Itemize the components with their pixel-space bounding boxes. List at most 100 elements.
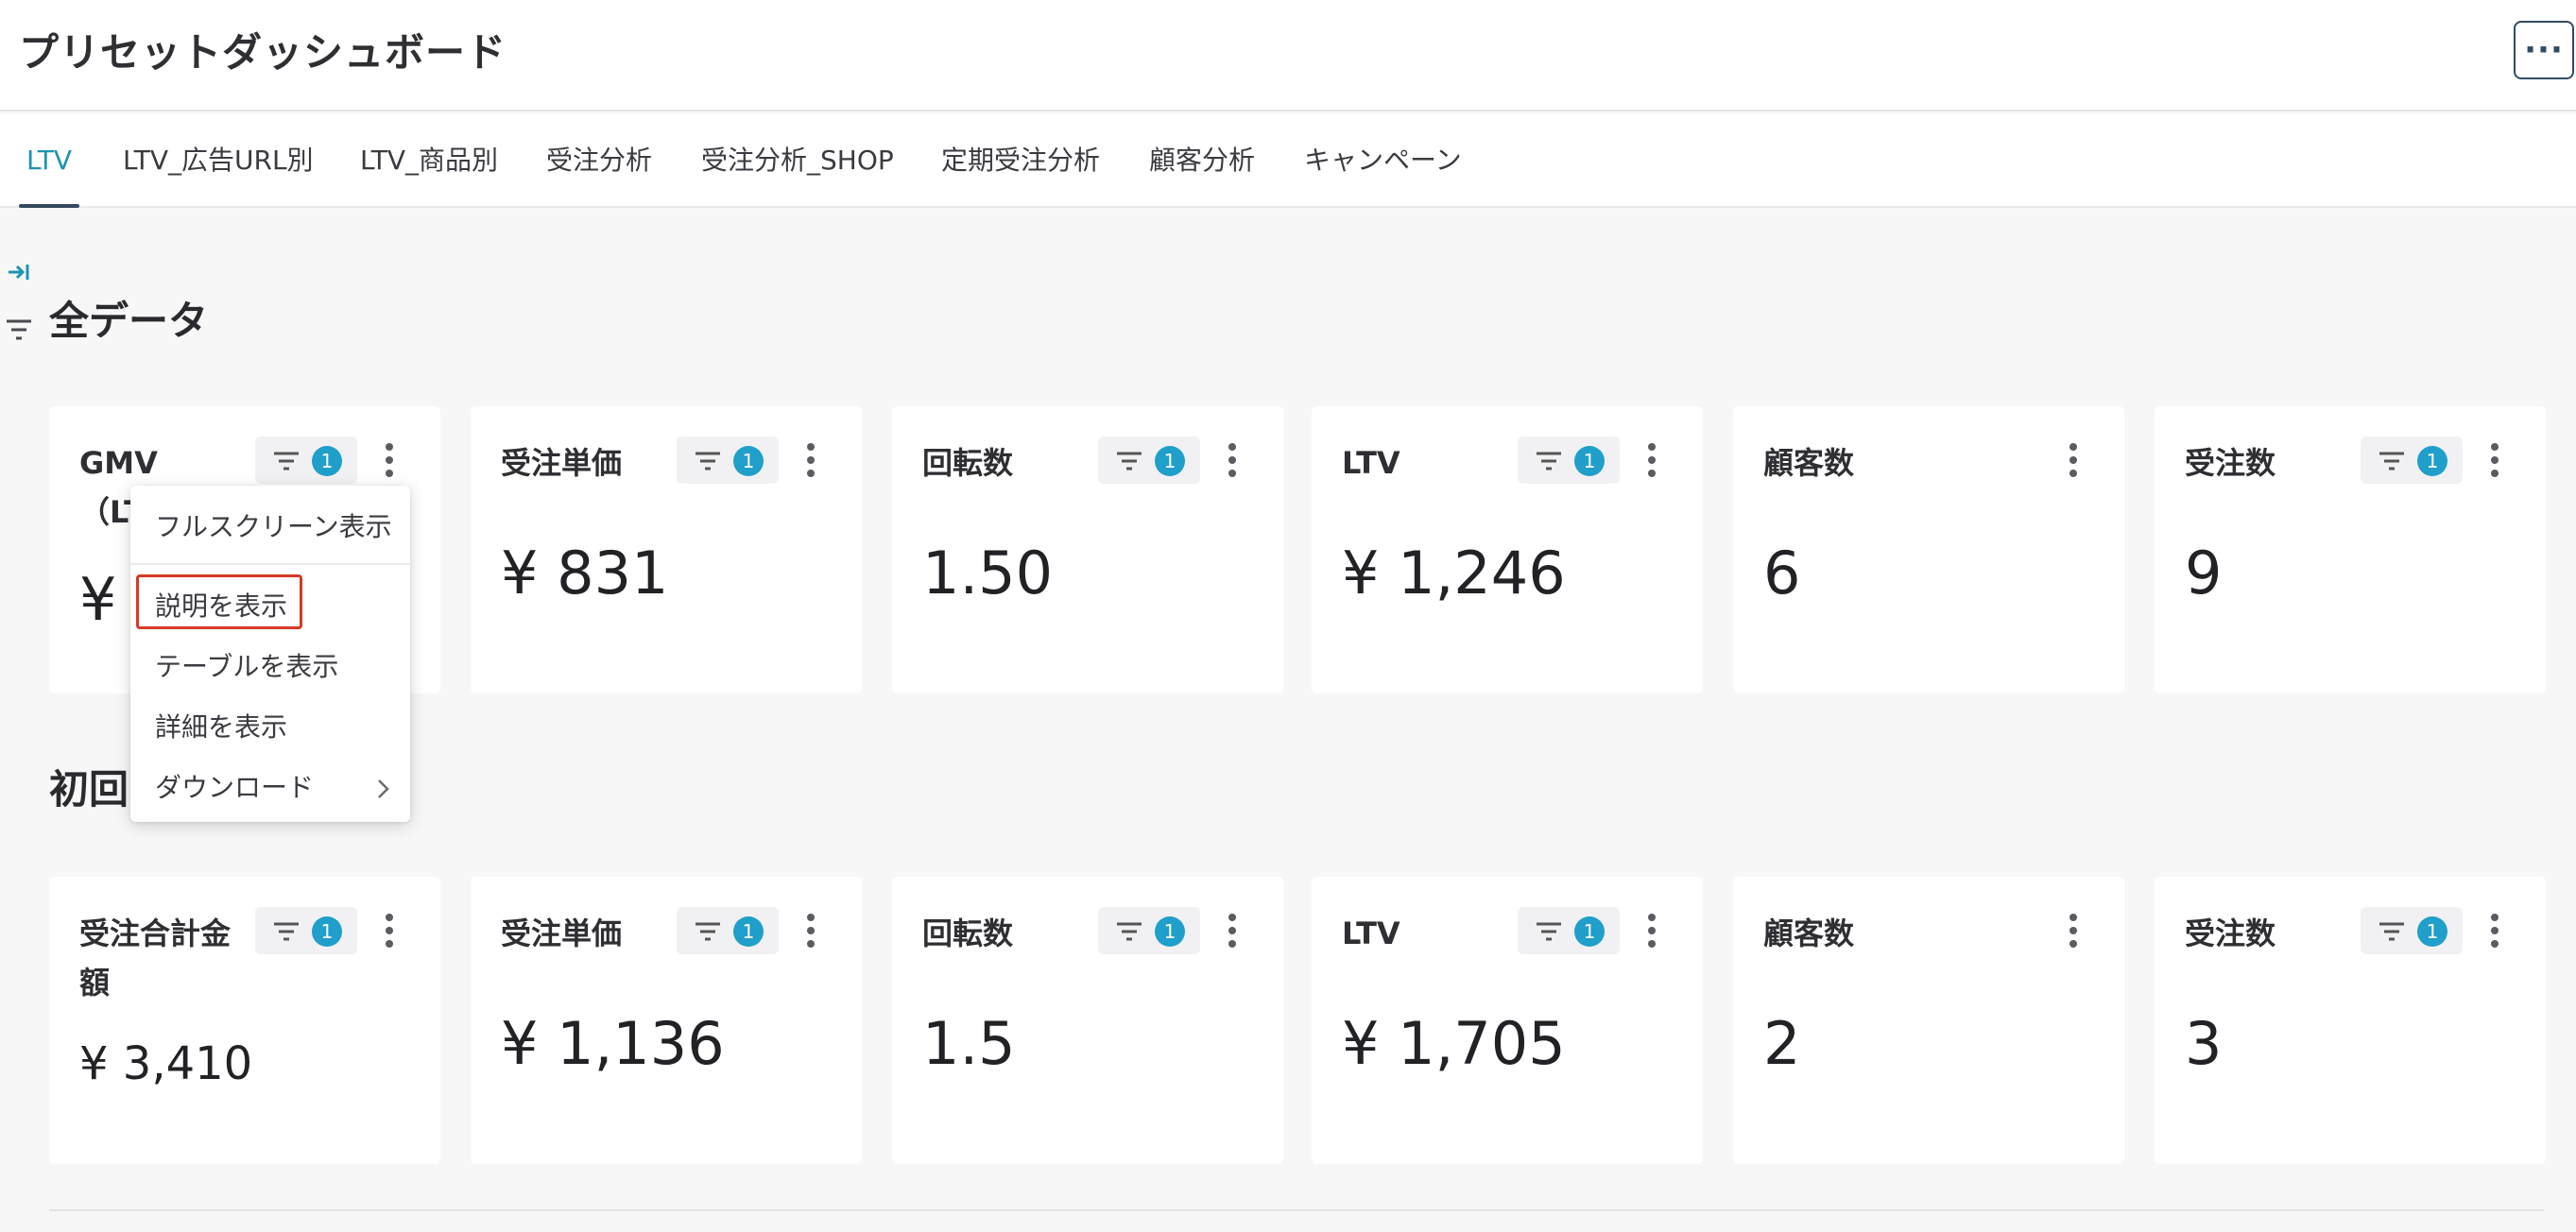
card-title: 回転数 [922, 445, 1014, 481]
tab-ltv-ad-url[interactable]: LTV_広告URL別 [123, 113, 314, 208]
tab-ltv[interactable]: LTV [18, 113, 80, 208]
filter-chip[interactable]: 1 [1518, 907, 1620, 954]
metric-card: 受注単価 1 ¥ 1,136 [471, 877, 862, 1164]
card-title: 回転数 [922, 915, 1014, 951]
tab-order-analysis[interactable]: 受注分析 [546, 113, 652, 208]
menu-item-show-table[interactable]: テーブルを表示 [155, 646, 338, 684]
card-title: 顧客数 [1763, 445, 1855, 481]
card-menu-button[interactable] [1633, 436, 1671, 484]
filter-icon [696, 452, 720, 471]
card-menu-button[interactable] [2054, 436, 2092, 484]
filter-icon [2379, 452, 2404, 471]
card-title: 受注数 [2185, 915, 2276, 951]
card-value: 9 [2185, 539, 2223, 607]
filter-icon [1537, 922, 1561, 941]
tab-subscription-analysis[interactable]: 定期受注分析 [941, 113, 1100, 208]
filter-chip[interactable]: 1 [1518, 436, 1620, 484]
card-value: 6 [1763, 539, 1801, 607]
filter-icon [1537, 452, 1561, 471]
card-context-menu: フルスクリーン表示 説明を表示 テーブルを表示 詳細を表示 ダウンロード [130, 486, 410, 822]
filter-count-badge: 1 [312, 916, 342, 947]
section-title-all-data: 全データ [49, 298, 209, 344]
card-title: 受注数 [2185, 445, 2276, 481]
metric-card: 受注数 1 3 [2155, 877, 2546, 1164]
filter-icon [1117, 452, 1142, 471]
card-value: ¥ 3,410 [79, 1037, 253, 1090]
filter-chip[interactable]: 1 [1098, 907, 1200, 954]
metric-card: 受注合計金額 1 ¥ 3,410 [49, 877, 440, 1164]
filter-chip[interactable]: 1 [255, 907, 357, 954]
filter-chip[interactable]: 1 [255, 436, 357, 484]
card-value: 1.5 [922, 1009, 1016, 1078]
card-menu-button[interactable] [1213, 436, 1251, 484]
card-title: LTV [1342, 445, 1400, 481]
card-title: 受注合計金額 [79, 915, 232, 1001]
card-menu-button[interactable] [792, 907, 830, 954]
card-menu-button[interactable] [2476, 907, 2514, 954]
menu-item-fullscreen[interactable]: フルスクリーン表示 [155, 506, 392, 544]
tab-ltv-product[interactable]: LTV_商品別 [360, 113, 498, 208]
menu-item-show-details[interactable]: 詳細を表示 [155, 707, 287, 744]
metric-card: 受注数 1 9 [2155, 406, 2546, 693]
card-title: LTV [1342, 915, 1400, 951]
app-header: プリセットダッシュボード ··· [0, 0, 2576, 111]
card-value: 3 [2185, 1009, 2223, 1078]
metric-card: LTV 1 ¥ 1,246 [1312, 406, 1703, 693]
card-menu-button[interactable] [2476, 436, 2514, 484]
filter-count-badge: 1 [312, 446, 342, 476]
card-value: ¥ 1,136 [501, 1009, 725, 1078]
metric-card: 顧客数 2 [1733, 877, 2124, 1164]
page-title: プリセットダッシュボード [19, 29, 507, 76]
card-value: 1.50 [922, 539, 1054, 607]
tab-order-analysis-shop[interactable]: 受注分析_SHOP [701, 113, 894, 208]
filter-count-badge: 1 [733, 916, 764, 947]
card-menu-button[interactable] [2054, 907, 2092, 954]
card-value: ¥ 1,705 [1342, 1009, 1566, 1078]
card-value: 2 [1763, 1009, 1801, 1078]
filter-chip[interactable]: 1 [1098, 436, 1200, 484]
card-menu-button[interactable] [1213, 907, 1251, 954]
menu-item-show-description[interactable]: 説明を表示 [155, 586, 287, 624]
filter-icon [2379, 922, 2404, 941]
filter-icon[interactable] [4, 317, 34, 342]
card-title: 顧客数 [1763, 915, 1855, 951]
card-menu-button[interactable] [370, 907, 408, 954]
filter-chip[interactable]: 1 [2361, 436, 2463, 484]
card-value: ¥ 1,246 [1342, 539, 1566, 607]
filter-chip[interactable]: 1 [677, 907, 779, 954]
menu-divider [130, 563, 410, 565]
filter-count-badge: 1 [2417, 916, 2447, 947]
filter-chip[interactable]: 1 [677, 436, 779, 484]
tab-customer-analysis[interactable]: 顧客分析 [1149, 113, 1255, 208]
filter-count-badge: 1 [733, 446, 764, 476]
card-title: 受注単価 [501, 915, 623, 951]
card-menu-button[interactable] [792, 436, 830, 484]
metric-card: 回転数 1 1.50 [892, 406, 1283, 693]
dashboard-tabs: LTV LTV_広告URL別 LTV_商品別 受注分析 受注分析_SHOP 定期… [0, 113, 2576, 208]
filter-count-badge: 1 [1155, 446, 1185, 476]
card-value: ¥ 831 [501, 539, 669, 607]
section-divider [49, 1209, 2544, 1211]
filter-icon [274, 452, 299, 471]
filter-count-badge: 1 [1574, 916, 1605, 947]
filter-count-badge: 1 [1574, 446, 1605, 476]
metric-card: 顧客数 6 [1733, 406, 2124, 693]
filter-icon [1117, 922, 1142, 941]
filter-count-badge: 1 [1155, 916, 1185, 947]
metric-card: 受注単価 1 ¥ 831 [471, 406, 862, 693]
card-menu-button[interactable] [370, 436, 408, 484]
metric-card: 回転数 1 1.5 [892, 877, 1283, 1164]
section-title-first-order: 初回 [49, 766, 129, 813]
filter-chip[interactable]: 1 [2361, 907, 2463, 954]
card-menu-button[interactable] [1633, 907, 1671, 954]
menu-item-download[interactable]: ダウンロード [155, 767, 314, 805]
tab-campaign[interactable]: キャンペーン [1304, 113, 1462, 208]
chevron-right-icon [378, 779, 389, 798]
filter-icon [696, 922, 720, 941]
metric-card: LTV 1 ¥ 1,705 [1312, 877, 1703, 1164]
more-options-button[interactable]: ··· [2514, 21, 2574, 79]
expand-sidebar-icon[interactable] [6, 259, 32, 285]
filter-count-badge: 1 [2417, 446, 2447, 476]
card-title: 受注単価 [501, 445, 623, 481]
filter-icon [274, 922, 299, 941]
